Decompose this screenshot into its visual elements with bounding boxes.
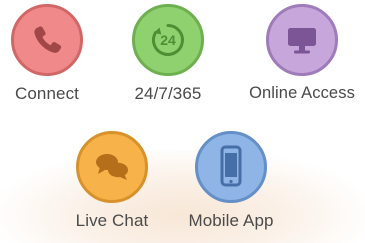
- chat-bubbles-icon: [96, 154, 128, 180]
- online-access-circle: [266, 4, 338, 76]
- connect-label: Connect: [14, 84, 80, 103]
- live-chat-button[interactable]: Live Chat: [57, 131, 167, 231]
- monitor-icon: [288, 28, 316, 54]
- mobile-app-circle: [195, 131, 267, 203]
- connect-circle: [11, 4, 83, 76]
- phone-icon: [34, 26, 62, 53]
- support-247-circle: 24: [132, 4, 204, 76]
- clock-24-text: 24: [160, 32, 176, 48]
- live-chat-circle: [76, 131, 148, 203]
- support-247-label: 24/7/365: [134, 84, 202, 103]
- connect-button[interactable]: Connect: [0, 4, 102, 104]
- mobile-app-label: Mobile App: [188, 211, 274, 230]
- mobile-app-button[interactable]: Mobile App: [176, 131, 286, 231]
- support-247-button[interactable]: 24 24/7/365: [113, 4, 223, 104]
- smartphone-icon: [220, 145, 242, 187]
- online-access-button[interactable]: Online Access: [247, 4, 357, 103]
- live-chat-label: Live Chat: [75, 211, 149, 230]
- clock-24-icon: 24: [152, 24, 184, 56]
- online-access-label: Online Access: [249, 84, 355, 102]
